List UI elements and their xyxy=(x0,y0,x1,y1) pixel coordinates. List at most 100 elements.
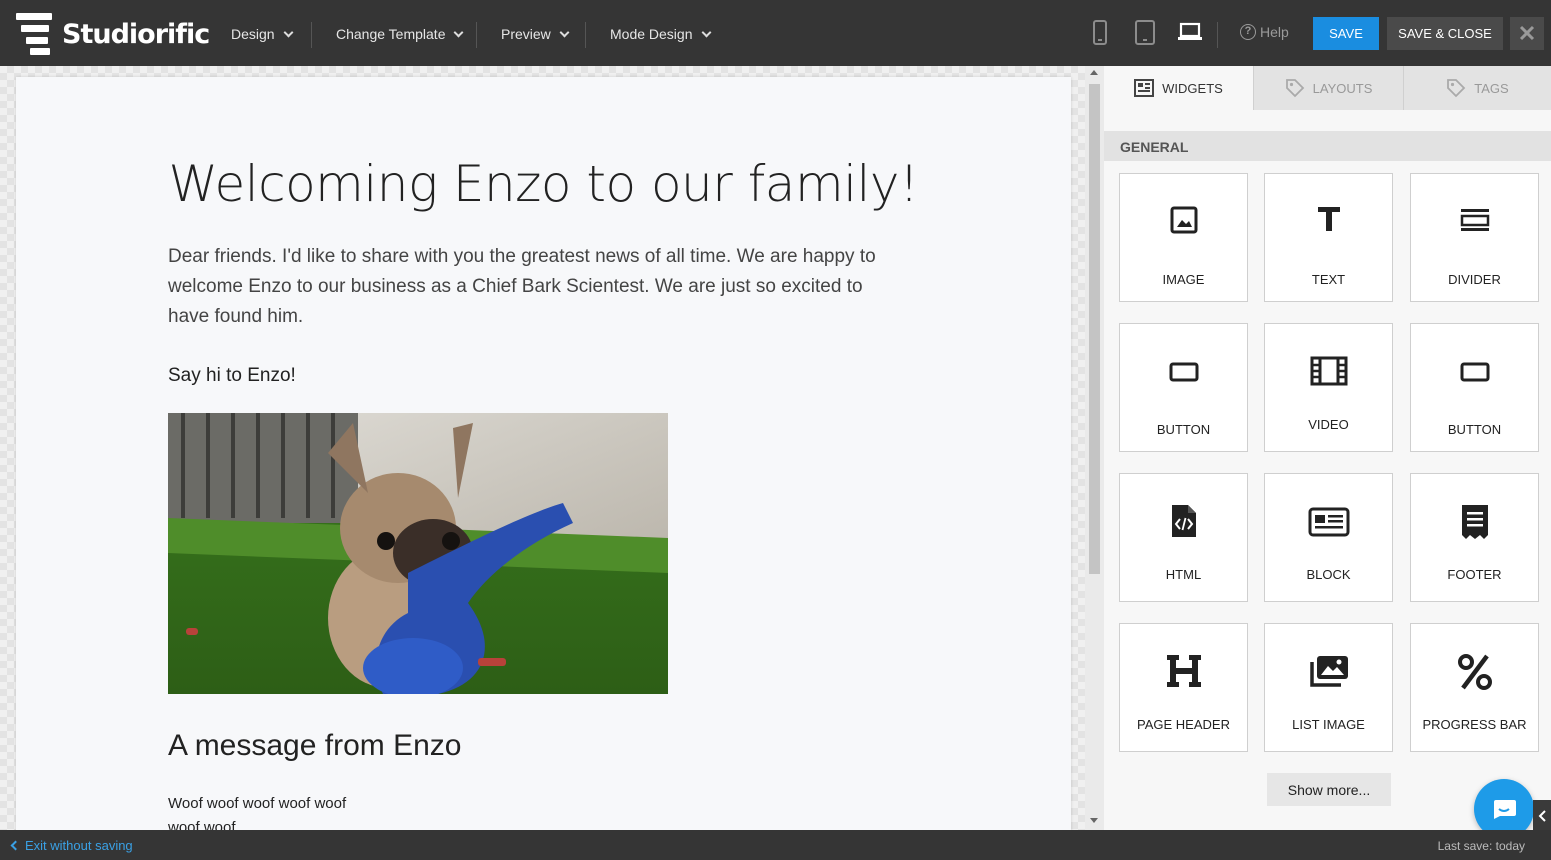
tab-layouts-label: LAYOUTS xyxy=(1312,80,1373,96)
widget-label: LIST IMAGE xyxy=(1292,717,1365,732)
menu-divider xyxy=(311,22,312,48)
widget-html[interactable]: HTML xyxy=(1119,473,1248,602)
widget-list-image[interactable]: LIST IMAGE xyxy=(1264,623,1393,752)
widget-label: BUTTON xyxy=(1156,422,1211,437)
email-intro-text[interactable]: Dear friends. I'd like to share with you… xyxy=(168,242,908,332)
images-icon xyxy=(1309,656,1348,687)
show-more-button[interactable]: Show more... xyxy=(1267,773,1391,806)
section-header-general: GENERAL xyxy=(1104,131,1551,161)
canvas-scrollbar[interactable] xyxy=(1085,66,1104,830)
menu-design-label: Design xyxy=(231,26,275,42)
tablet-view-button[interactable] xyxy=(1135,20,1155,51)
design-canvas[interactable]: Welcoming Enzo to our family! Dear frien… xyxy=(0,66,1085,860)
widget-label: FOOTER xyxy=(1447,567,1502,582)
text-icon xyxy=(1317,207,1340,231)
help-label: Help xyxy=(1260,24,1289,40)
exit-without-saving-link[interactable]: Exit without saving xyxy=(10,838,133,853)
brand-name: Studiorific xyxy=(62,18,210,50)
close-editor-button[interactable] xyxy=(1510,17,1544,50)
chevron-left-icon xyxy=(1538,810,1546,822)
widget-video[interactable]: VIDEO xyxy=(1264,323,1393,452)
close-icon xyxy=(1519,25,1535,41)
email-message-heading[interactable]: A message from Enzo xyxy=(168,729,461,763)
tab-tags[interactable]: TAGS xyxy=(1404,66,1551,110)
widget-label: TEXT xyxy=(1311,272,1346,287)
image-icon xyxy=(1170,206,1197,234)
widget-label: DIVIDER xyxy=(1448,272,1501,287)
top-toolbar: Studiorific Design Change Template Previ… xyxy=(0,0,1551,66)
menu-change-template-label: Change Template xyxy=(336,26,446,42)
chevron-down-icon xyxy=(454,27,464,37)
status-bar: Exit without saving Last save: today xyxy=(0,830,1551,860)
widget-page-header[interactable]: PAGE HEADER xyxy=(1119,623,1248,752)
panel-tabs: WIDGETS LAYOUTS TAGS xyxy=(1104,66,1551,110)
help-link[interactable]: ? Help xyxy=(1240,24,1289,40)
widget-footer[interactable]: FOOTER xyxy=(1410,473,1539,602)
help-icon: ? xyxy=(1240,24,1256,40)
email-title[interactable]: Welcoming Enzo to our family! xyxy=(16,155,1071,213)
tablet-icon xyxy=(1135,20,1155,45)
block-icon xyxy=(1308,507,1349,537)
widget-progress-bar[interactable]: PROGRESS BAR xyxy=(1410,623,1539,752)
desktop-view-button[interactable] xyxy=(1177,22,1203,47)
save-button[interactable]: SAVE xyxy=(1313,17,1379,50)
mobile-icon xyxy=(1093,20,1107,45)
chevron-down-icon xyxy=(701,27,711,37)
scroll-up-icon[interactable] xyxy=(1090,70,1098,75)
widget-label: BUTTON xyxy=(1447,422,1502,437)
tag-icon xyxy=(1285,79,1304,98)
tab-tags-label: TAGS xyxy=(1474,80,1509,96)
studiorific-logo[interactable]: Studiorific xyxy=(16,13,210,55)
widget-block[interactable]: BLOCK xyxy=(1264,473,1393,602)
button-icon xyxy=(1169,362,1198,382)
widget-label: PROGRESS BAR xyxy=(1422,717,1527,732)
header-h-icon xyxy=(1166,655,1201,687)
tab-layouts[interactable]: LAYOUTS xyxy=(1254,66,1404,110)
menu-mode-design-label: Mode Design xyxy=(610,26,693,42)
widget-panel: WIDGETS LAYOUTS TAGS GENERAL IMAGE TEXT … xyxy=(1104,66,1551,830)
footer-receipt-icon xyxy=(1461,505,1488,539)
logo-mark-icon xyxy=(16,13,52,55)
email-say-hi-text[interactable]: Say hi to Enzo! xyxy=(168,365,296,387)
tab-widgets[interactable]: WIDGETS xyxy=(1104,66,1254,110)
widget-label: IMAGE xyxy=(1162,272,1205,287)
scrollbar-thumb[interactable] xyxy=(1089,84,1100,574)
chevron-down-icon xyxy=(283,27,294,37)
save-and-close-button[interactable]: SAVE & CLOSE xyxy=(1387,17,1503,50)
scroll-down-icon[interactable] xyxy=(1090,818,1098,823)
widget-label: PAGE HEADER xyxy=(1137,717,1230,732)
widget-label: BLOCK xyxy=(1306,567,1351,582)
widget-button-2[interactable]: BUTTON xyxy=(1410,323,1539,452)
toolbar-divider xyxy=(1217,22,1218,48)
widget-label: VIDEO xyxy=(1308,417,1349,432)
tab-widgets-label: WIDGETS xyxy=(1162,80,1223,96)
email-message-line: Woof woof woof woof woof xyxy=(168,795,347,812)
dog-photo-image xyxy=(168,413,668,694)
widget-text[interactable]: TEXT xyxy=(1264,173,1393,302)
widget-label: HTML xyxy=(1165,567,1202,582)
last-save-status: Last save: today xyxy=(1437,839,1525,853)
chevron-down-icon xyxy=(559,27,570,37)
chat-icon xyxy=(1494,800,1516,819)
dog-photo[interactable] xyxy=(168,413,668,694)
chevron-left-icon xyxy=(10,840,21,851)
exit-label: Exit without saving xyxy=(25,838,133,853)
percent-icon xyxy=(1457,654,1492,690)
menu-change-template[interactable]: Change Template xyxy=(336,24,464,44)
tag-icon xyxy=(1447,79,1466,98)
menu-mode-design[interactable]: Mode Design xyxy=(610,24,711,44)
menu-divider xyxy=(585,22,586,48)
widget-button[interactable]: BUTTON xyxy=(1119,323,1248,452)
email-preview[interactable]: Welcoming Enzo to our family! Dear frien… xyxy=(16,77,1071,837)
menu-preview[interactable]: Preview xyxy=(501,24,570,44)
menu-divider xyxy=(476,22,477,48)
widget-divider[interactable]: DIVIDER xyxy=(1410,173,1539,302)
html-file-icon xyxy=(1171,505,1196,537)
widget-image[interactable]: IMAGE xyxy=(1119,173,1248,302)
button-icon xyxy=(1460,362,1489,382)
laptop-icon xyxy=(1178,22,1202,40)
menu-design[interactable]: Design xyxy=(231,24,294,44)
collapse-panel-button[interactable] xyxy=(1533,800,1551,832)
divider-icon xyxy=(1460,209,1489,231)
mobile-view-button[interactable] xyxy=(1092,20,1108,51)
